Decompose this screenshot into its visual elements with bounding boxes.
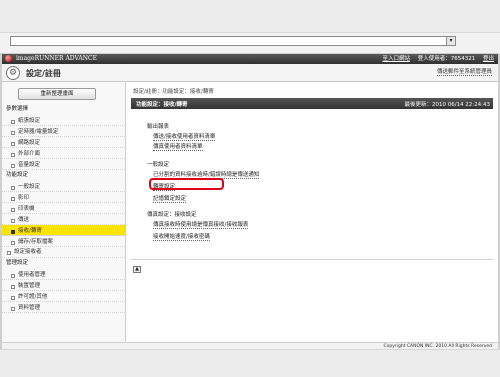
sidebar-item-label: 裝置管理 xyxy=(18,283,41,289)
sidebar-item-printer[interactable]: 印表機 xyxy=(2,203,125,214)
product-name: imageRUNNER ADVANCE xyxy=(16,55,97,62)
sidebar-item-label: 接收/轉寄 xyxy=(18,228,42,234)
sidebar-item-send[interactable]: 傳送 xyxy=(2,214,125,225)
sidebar-group-preferences: 參數選擇 xyxy=(6,106,29,112)
block-title-general: 一般設定 xyxy=(147,162,170,168)
section-title: 功能設定：接收/轉寄 xyxy=(136,102,188,108)
bullet-icon xyxy=(11,274,15,278)
refresh-button[interactable]: 重新整理畫面 xyxy=(18,88,96,100)
sidebar-item-copy[interactable]: 影印 xyxy=(2,192,125,203)
logout-link[interactable]: 登出 xyxy=(483,56,494,62)
link-fax-user-list[interactable]: 傳真使用者資料清單 xyxy=(153,142,203,151)
block-title-fax-receive: 傳真設定：接收設定 xyxy=(147,212,197,218)
bullet-icon xyxy=(11,307,15,311)
sidebar-item-label: 一般設定 xyxy=(18,184,41,190)
last-updated: 最後更新：2010 06/14 22:24:43 xyxy=(404,102,490,108)
main-panel: 設定/註冊：功能設定：接收/轉寄 功能設定：接收/轉寄 最後更新：2010 06… xyxy=(127,82,498,342)
bullet-icon xyxy=(11,197,15,201)
bullet-icon xyxy=(11,241,15,245)
sidebar-nav: 參數選擇 紙張設定 定時器/電量設定 網路設定 外部介面 音量設定 功能設定 一… xyxy=(2,104,125,313)
bullet-icon xyxy=(11,153,15,157)
link-send-receive-user-list[interactable]: 傳送/接收使用者資料清單 xyxy=(153,132,216,141)
sidebar-item-data-management[interactable]: 資料管理 xyxy=(2,302,125,313)
bullet-icon xyxy=(11,131,15,135)
mail-admin-link[interactable]: 傳送郵件至系統管理員 xyxy=(436,67,492,76)
sidebar-item-label: 儲存/存取檔案 xyxy=(18,239,53,245)
sidebar-item-label: 設定接收者 xyxy=(14,249,42,255)
scroll-top-button[interactable]: ▲ xyxy=(133,266,141,273)
sidebar-item-license[interactable]: 許可證/其他 xyxy=(2,291,125,302)
page-title: 設定/註冊 xyxy=(26,69,61,78)
sidebar-item-label: 影印 xyxy=(18,195,30,201)
sidebar-group-management: 管理設定 xyxy=(6,260,29,266)
sidebar-item-label: 使用者管理 xyxy=(18,272,46,278)
logged-in-user: 登入使用者：7654321 xyxy=(417,56,476,62)
sidebar-item-timer[interactable]: 定時器/電量設定 xyxy=(2,126,125,137)
divider xyxy=(131,259,493,260)
sidebar-item-general[interactable]: 一般設定 xyxy=(2,181,125,192)
sidebar-item-label: 傳送 xyxy=(18,217,30,223)
sidebar-item-receive-forward[interactable]: 接收/轉寄 xyxy=(2,225,125,236)
header-links: 至入口網站 登入使用者：7654321 登出 xyxy=(376,55,494,63)
sidebar-item-user-management[interactable]: 使用者管理 xyxy=(2,269,125,280)
sidebar-item-label: 印表機 xyxy=(18,206,35,212)
link-receive-speed-password[interactable]: 接收開始速度/接收密碼 xyxy=(153,232,210,241)
title-bar: ⚙ 設定/註冊 傳送郵件至系統管理員 xyxy=(2,64,498,82)
sidebar: 重新整理畫面 參數選擇 紙張設定 定時器/電量設定 網路設定 外部介面 音量設定… xyxy=(2,82,126,342)
browser-toolbar xyxy=(0,0,500,33)
sidebar-item-store-access[interactable]: 儲存/存取檔案 xyxy=(2,236,125,247)
sidebar-item-label: 資料管理 xyxy=(18,305,41,311)
gear-icon: ⚙ xyxy=(6,66,20,80)
app-header: imageRUNNER ADVANCE 至入口網站 登入使用者：7654321 … xyxy=(2,54,498,64)
sidebar-item-network[interactable]: 網路設定 xyxy=(2,137,125,148)
bullet-icon xyxy=(11,142,15,146)
section-header: 功能設定：接收/轉寄 最後更新：2010 06/14 22:24:43 xyxy=(131,98,493,109)
browser-chrome: ▾ xyxy=(0,0,500,54)
bullet-icon xyxy=(11,285,15,289)
bullet-icon xyxy=(11,120,15,124)
sidebar-item-interface[interactable]: 外部介面 xyxy=(2,148,125,159)
sidebar-item-label: 許可證/其他 xyxy=(18,294,48,300)
sidebar-item-label: 紙張設定 xyxy=(18,118,41,124)
link-fax-receive-report[interactable]: 傳真接收時使用總是傳真接收/接收報表 xyxy=(153,220,249,229)
sidebar-item-destinations[interactable]: 設定接收者 xyxy=(2,247,125,258)
sidebar-item-volume[interactable]: 音量設定 xyxy=(2,159,125,170)
chevron-down-icon[interactable]: ▾ xyxy=(446,36,456,46)
block-title-output-reports: 輸出報表 xyxy=(147,124,170,130)
browser-status-bar xyxy=(0,349,500,377)
highlight-box xyxy=(149,178,224,190)
bullet-icon xyxy=(11,230,15,234)
sidebar-item-paper[interactable]: 紙張設定 xyxy=(2,115,125,126)
sidebar-item-label: 音量設定 xyxy=(18,162,41,168)
sidebar-item-device-management[interactable]: 裝置管理 xyxy=(2,280,125,291)
bullet-icon xyxy=(11,186,15,190)
sidebar-item-label: 外部介面 xyxy=(18,151,41,157)
bullet-icon xyxy=(7,251,11,255)
breadcrumb: 設定/註冊：功能設定：接收/轉寄 xyxy=(133,89,214,95)
footer: Copyright CANON INC. 2010 All Rights Res… xyxy=(2,342,498,349)
sidebar-item-label: 網路設定 xyxy=(18,140,41,146)
bullet-icon xyxy=(11,208,15,212)
bullet-icon xyxy=(11,164,15,168)
sidebar-group-functions: 功能設定 xyxy=(6,172,29,178)
bullet-icon xyxy=(11,219,15,223)
link-memory-lock[interactable]: 記憶鎖定設定 xyxy=(153,194,187,203)
canon-logo-icon xyxy=(5,55,12,62)
bullet-icon xyxy=(11,296,15,300)
portal-link[interactable]: 至入口網站 xyxy=(382,56,410,62)
address-bar[interactable]: ▾ xyxy=(10,36,456,46)
sidebar-item-label: 定時器/電量設定 xyxy=(18,129,59,135)
